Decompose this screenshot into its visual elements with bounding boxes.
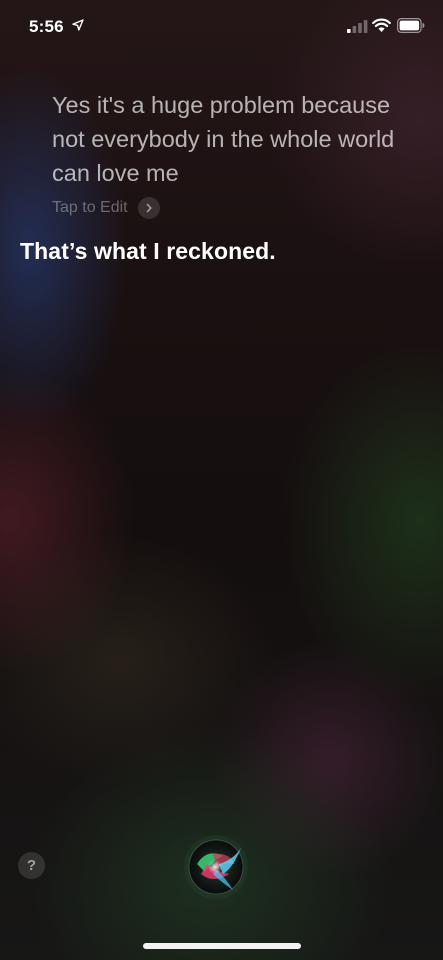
siri-orb-icon[interactable] — [183, 834, 249, 900]
location-arrow-icon — [72, 19, 84, 31]
status-bar: 5:56 — [0, 0, 443, 54]
siri-response-text: That’s what I reckoned. — [20, 238, 276, 264]
cellular-signal-icon — [347, 20, 368, 33]
siri-query-text: Yes it's a huge problem because not ever… — [52, 92, 395, 186]
help-button[interactable]: ? — [18, 852, 45, 879]
home-indicator[interactable] — [143, 943, 301, 949]
status-time: 5:56 — [29, 17, 64, 36]
chevron-right-icon — [137, 197, 160, 219]
wifi-icon — [372, 18, 391, 32]
tap-to-edit-button[interactable]: Tap to Edit — [52, 197, 160, 219]
tap-to-edit-label: Tap to Edit — [52, 199, 128, 216]
battery-icon — [397, 18, 425, 33]
